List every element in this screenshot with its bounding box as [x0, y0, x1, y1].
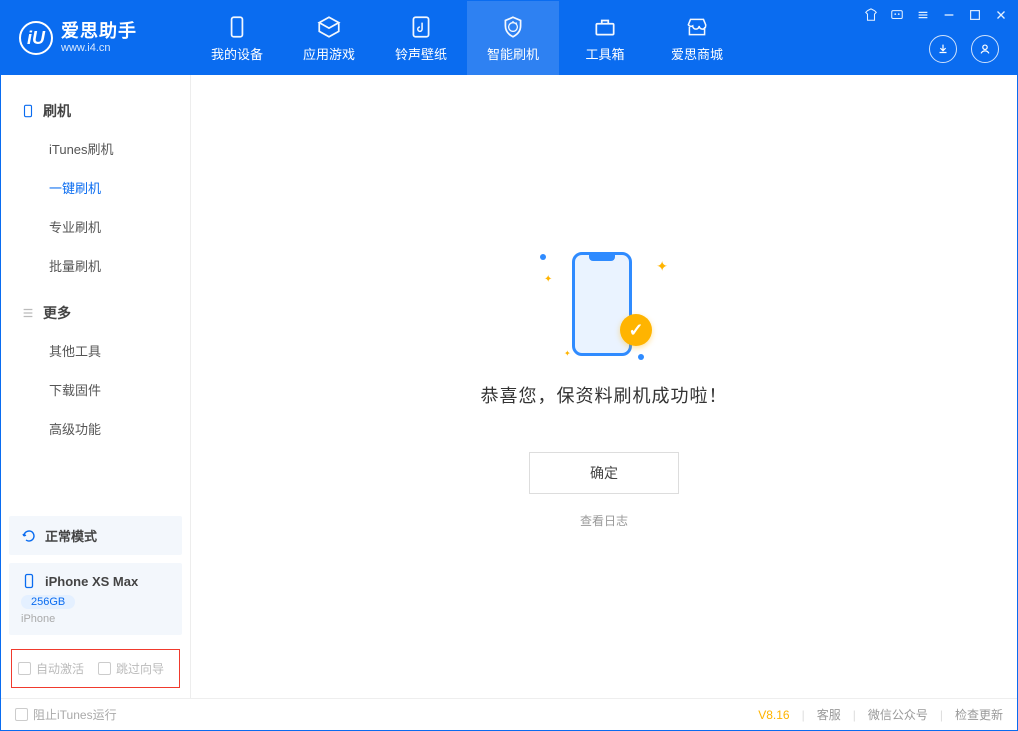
- check-icon: ✓: [620, 314, 652, 346]
- checkbox-auto-activate[interactable]: 自动激活: [18, 660, 84, 677]
- checkbox-skip-guide[interactable]: 跳过向导: [98, 660, 164, 677]
- sidebar-section-flash: 刷机: [1, 93, 190, 129]
- tab-smart-flash[interactable]: 智能刷机: [467, 1, 559, 75]
- sidebar-nav: 刷机 iTunes刷机 一键刷机 专业刷机 批量刷机 更多 其他工具 下载固件 …: [1, 75, 190, 456]
- list-icon: [21, 306, 35, 320]
- footer-link-update[interactable]: 检查更新: [955, 706, 1003, 723]
- sidebar: 刷机 iTunes刷机 一键刷机 专业刷机 批量刷机 更多 其他工具 下载固件 …: [1, 75, 191, 698]
- device-name: iPhone XS Max: [45, 574, 138, 589]
- music-icon: [408, 14, 434, 40]
- success-illustration: ✦ ✦ ✦ ✓: [534, 244, 674, 364]
- app-url: www.i4.cn: [61, 42, 137, 54]
- bottom-options-highlight: 自动激活 跳过向导: [11, 649, 180, 688]
- tab-apps-games[interactable]: 应用游戏: [283, 1, 375, 75]
- sidebar-item-pro-flash[interactable]: 专业刷机: [1, 207, 190, 246]
- device-cards: 正常模式 iPhone XS Max 256GB iPhone: [1, 508, 190, 643]
- view-log-link[interactable]: 查看日志: [580, 512, 628, 529]
- tab-my-device[interactable]: 我的设备: [191, 1, 283, 75]
- shirt-icon[interactable]: [863, 7, 879, 23]
- sidebar-item-advanced[interactable]: 高级功能: [1, 409, 190, 448]
- download-button[interactable]: [929, 35, 957, 63]
- tab-label: 应用游戏: [303, 44, 355, 63]
- tab-toolbox[interactable]: 工具箱: [559, 1, 651, 75]
- feedback-icon[interactable]: [889, 7, 905, 23]
- sidebar-item-oneclick-flash[interactable]: 一键刷机: [1, 168, 190, 207]
- storage-badge: 256GB: [21, 595, 75, 609]
- footer-link-wechat[interactable]: 微信公众号: [868, 706, 928, 723]
- phone-icon: [224, 14, 250, 40]
- logo: iU 爱思助手 www.i4.cn: [1, 1, 191, 75]
- shield-icon: [500, 14, 526, 40]
- account-button[interactable]: [971, 35, 999, 63]
- main-tabs: 我的设备 应用游戏 铃声壁纸 智能刷机 工具箱 爱思商城: [191, 1, 743, 75]
- logo-icon: iU: [19, 21, 53, 55]
- footer-link-support[interactable]: 客服: [817, 706, 841, 723]
- app-window: iU 爱思助手 www.i4.cn 我的设备 应用游戏 铃声壁纸 智能刷机: [0, 0, 1018, 731]
- tab-ringtones-wallpapers[interactable]: 铃声壁纸: [375, 1, 467, 75]
- app-header: iU 爱思助手 www.i4.cn 我的设备 应用游戏 铃声壁纸 智能刷机: [1, 1, 1017, 75]
- dot-icon: [540, 254, 546, 260]
- tab-label: 工具箱: [585, 44, 624, 63]
- tab-label: 我的设备: [211, 44, 263, 63]
- device-card[interactable]: iPhone XS Max 256GB iPhone: [9, 563, 182, 635]
- tab-label: 智能刷机: [487, 44, 539, 63]
- store-icon: [684, 14, 710, 40]
- sparkle-icon: ✦: [564, 349, 571, 358]
- sidebar-section-more: 更多: [1, 295, 190, 331]
- version-label: V8.16: [758, 708, 789, 722]
- sidebar-item-batch-flash[interactable]: 批量刷机: [1, 246, 190, 285]
- refresh-icon: [21, 528, 37, 544]
- dot-icon: [638, 354, 644, 360]
- box-icon: [316, 14, 342, 40]
- checkbox-block-itunes[interactable]: 阻止iTunes运行: [15, 706, 117, 723]
- minimize-button[interactable]: [941, 7, 957, 23]
- menu-icon[interactable]: [915, 7, 931, 23]
- tab-label: 铃声壁纸: [395, 44, 447, 63]
- tab-label: 爱思商城: [671, 44, 723, 63]
- maximize-button[interactable]: [967, 7, 983, 23]
- header-action-icons: [929, 35, 999, 63]
- mode-card[interactable]: 正常模式: [9, 516, 182, 555]
- body: 刷机 iTunes刷机 一键刷机 专业刷机 批量刷机 更多 其他工具 下载固件 …: [1, 75, 1017, 698]
- checkbox-icon: [98, 662, 111, 675]
- window-controls: [863, 7, 1009, 23]
- app-name: 爱思助手: [61, 22, 137, 42]
- close-button[interactable]: [993, 7, 1009, 23]
- ok-button[interactable]: 确定: [529, 452, 679, 494]
- main-content: ✦ ✦ ✦ ✓ 恭喜您，保资料刷机成功啦！ 确定 查看日志: [191, 75, 1017, 698]
- device-icon: [21, 573, 37, 589]
- status-bar: 阻止iTunes运行 V8.16 | 客服 | 微信公众号 | 检查更新: [1, 698, 1017, 730]
- toolbox-icon: [592, 14, 618, 40]
- checkbox-icon: [18, 662, 31, 675]
- mode-label: 正常模式: [45, 526, 97, 545]
- sidebar-item-other-tools[interactable]: 其他工具: [1, 331, 190, 370]
- device-type: iPhone: [21, 613, 170, 625]
- sidebar-item-itunes-flash[interactable]: iTunes刷机: [1, 129, 190, 168]
- sidebar-item-download-firmware[interactable]: 下载固件: [1, 370, 190, 409]
- sparkle-icon: ✦: [544, 274, 552, 285]
- sparkle-icon: ✦: [656, 258, 668, 275]
- phone-outline-icon: [21, 104, 35, 118]
- tab-store[interactable]: 爱思商城: [651, 1, 743, 75]
- checkbox-icon: [15, 708, 28, 721]
- success-message: 恭喜您，保资料刷机成功啦！: [481, 382, 728, 408]
